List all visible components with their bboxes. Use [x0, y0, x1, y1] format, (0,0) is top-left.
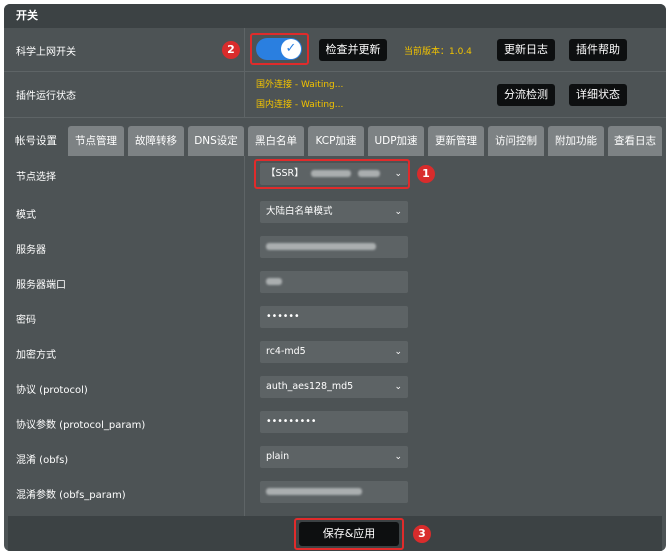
protocol-param-label: 协议参数 (protocol_param)	[16, 420, 146, 431]
protocol-select[interactable]: auth_aes128_md5 ⌄	[260, 376, 408, 398]
tab-dns[interactable]: DNS设定	[188, 126, 244, 156]
encryption-select[interactable]: rc4-md5 ⌄	[260, 341, 408, 363]
protocol-label: 协议 (protocol)	[16, 385, 88, 396]
settings-frame: 开关 科学上网开关 2 ✓ 检查并更新 当前版本：1.0.4 更新日志 插件帮助…	[4, 4, 666, 551]
tab-update[interactable]: 更新管理	[428, 126, 484, 156]
tab-log[interactable]: 查看日志	[608, 126, 662, 156]
node-select-label: 节点选择	[16, 172, 56, 183]
obfs-select[interactable]: plain ⌄	[260, 446, 408, 468]
password-input[interactable]: ••••••	[260, 306, 408, 328]
tab-blacklist[interactable]: 黑白名单	[248, 126, 304, 156]
server-label: 服务器	[16, 245, 46, 256]
step-badge-2: 2	[222, 41, 240, 59]
tab-failover[interactable]: 故障转移	[128, 126, 184, 156]
step-badge-3: 3	[413, 525, 431, 543]
password-value: ••••••	[266, 311, 300, 322]
chevron-down-icon: ⌄	[394, 382, 402, 392]
foreign-status: 国外连接 - Waiting...	[256, 80, 344, 90]
main-switch-label: 科学上网开关	[16, 47, 76, 58]
obfs-label: 混淆 (obfs)	[16, 455, 69, 466]
changelog-button[interactable]: 更新日志	[497, 39, 555, 61]
chevron-down-icon: ⌄	[394, 207, 402, 217]
step-badge-1: 1	[417, 165, 435, 183]
chevron-down-icon: ⌄	[394, 347, 402, 357]
status-row: 插件运行状态 国外连接 - Waiting... 国内连接 - Waiting.…	[4, 72, 666, 118]
protocol-value: auth_aes128_md5	[266, 381, 354, 392]
tab-nodes[interactable]: 节点管理	[68, 126, 124, 156]
highlight-box-save	[294, 518, 404, 550]
mode-label: 模式	[16, 210, 36, 221]
obfs-param-input[interactable]	[260, 481, 408, 503]
server-input[interactable]	[260, 236, 408, 258]
obfs-value: plain	[266, 451, 290, 462]
tab-extra[interactable]: 附加功能	[548, 126, 604, 156]
tab-bar: 帐号设置 节点管理 故障转移 DNS设定 黑白名单 KCP加速 UDP加速 更新…	[8, 126, 662, 156]
highlight-box-toggle	[250, 33, 309, 65]
protocol-param-value: •••••••••	[266, 416, 317, 427]
encryption-value: rc4-md5	[266, 346, 306, 357]
mode-value: 大陆白名单模式	[266, 206, 333, 217]
chevron-down-icon: ⌄	[394, 452, 402, 462]
plugin-help-button[interactable]: 插件帮助	[569, 39, 627, 61]
tab-account[interactable]: 帐号设置	[8, 126, 64, 156]
domestic-status: 国内连接 - Waiting...	[256, 100, 344, 110]
split-check-button[interactable]: 分流检测	[497, 84, 555, 106]
tab-kcp[interactable]: KCP加速	[308, 126, 364, 156]
tab-udp[interactable]: UDP加速	[368, 126, 424, 156]
server-port-label: 服务器端口	[16, 280, 66, 291]
footer-bar: 保存&应用 3	[8, 516, 662, 551]
password-label: 密码	[16, 315, 36, 326]
mode-select[interactable]: 大陆白名单模式 ⌄	[260, 201, 408, 223]
account-panel: 节点选择 【SSR】 ⌄ 1 模式 大陆白名单模式 ⌄ 服务器 服务器端口 密码…	[8, 156, 662, 516]
tab-access[interactable]: 访问控制	[488, 126, 544, 156]
protocol-param-input[interactable]: •••••••••	[260, 411, 408, 433]
version-text: 当前版本：1.0.4	[404, 47, 472, 57]
encryption-label: 加密方式	[16, 350, 56, 361]
check-update-button[interactable]: 检查并更新	[319, 39, 387, 61]
obfs-param-label: 混淆参数 (obfs_param)	[16, 490, 126, 501]
section-title: 开关	[4, 4, 666, 28]
main-switch-row: 科学上网开关 2 ✓ 检查并更新 当前版本：1.0.4 更新日志 插件帮助	[4, 28, 666, 72]
detail-status-button[interactable]: 详细状态	[569, 84, 627, 106]
server-port-input[interactable]	[260, 271, 408, 293]
status-label: 插件运行状态	[16, 91, 76, 102]
highlight-box-node	[254, 159, 410, 189]
